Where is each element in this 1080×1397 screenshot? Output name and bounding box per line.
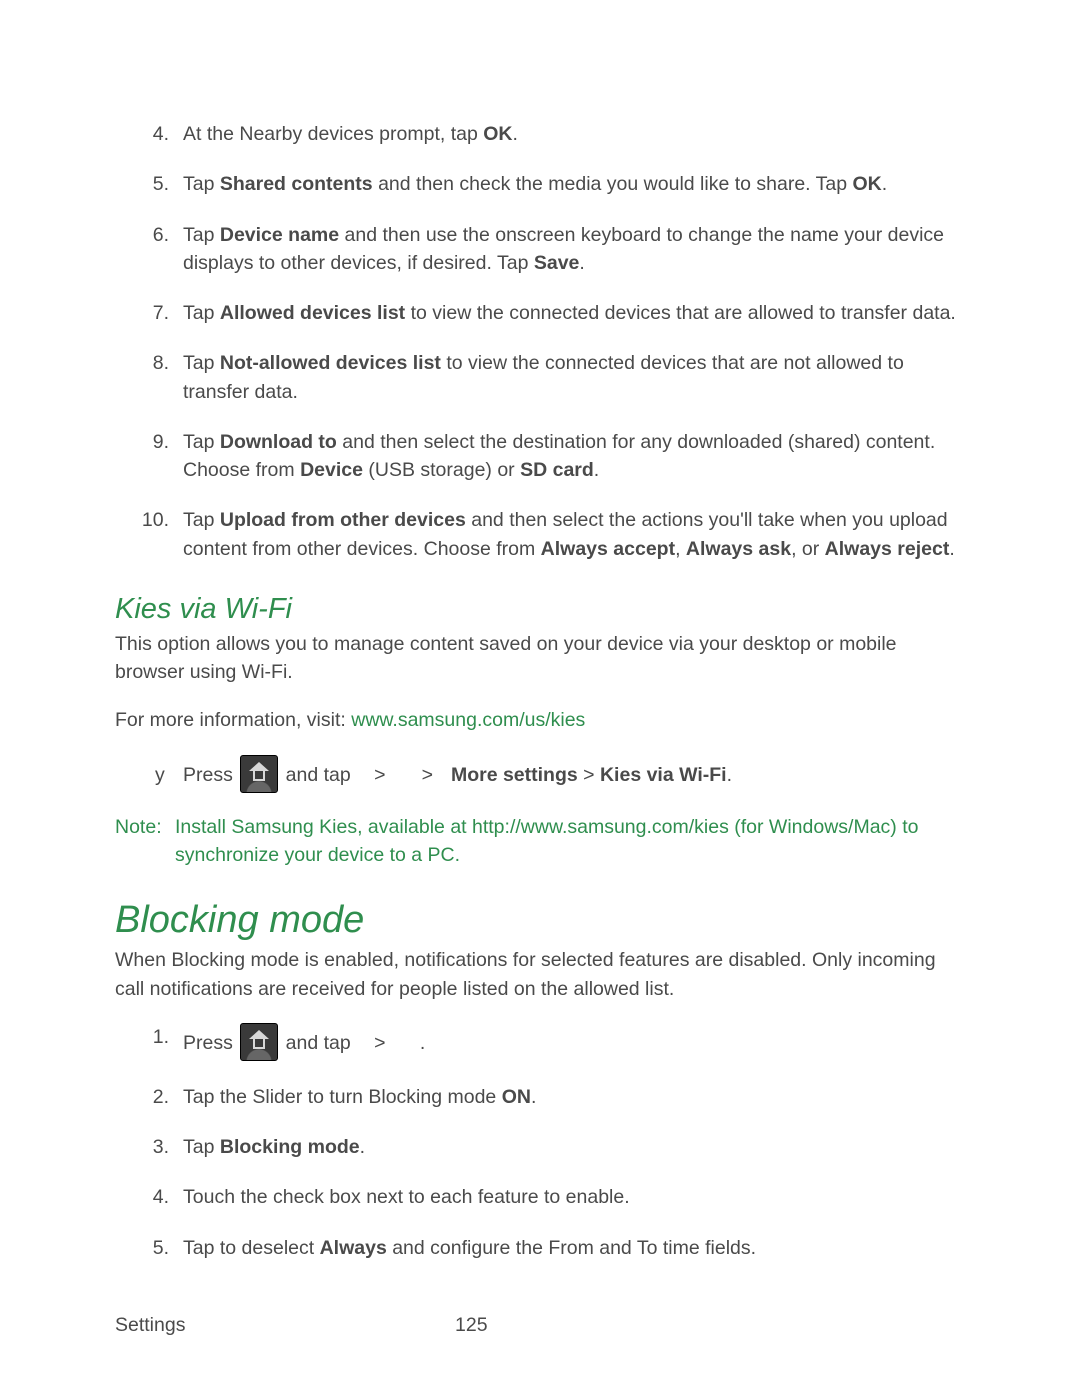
home-icon: [240, 755, 278, 793]
blocking-step-2: 2. Tap the Slider to turn Blocking mode …: [115, 1083, 965, 1111]
heading-blocking-mode: Blocking mode: [115, 899, 965, 942]
kies-intro: This option allows you to manage content…: [115, 630, 965, 687]
kies-press-step: y Press and tap >>More settings > Kies v…: [155, 755, 965, 793]
step-5: 5. Tap Shared contents and then check th…: [115, 170, 965, 198]
kies-note: Note: Install Samsung Kies, available at…: [115, 813, 965, 870]
step-4: 4. At the Nearby devices prompt, tap OK.: [115, 120, 965, 148]
document-page: 4. At the Nearby devices prompt, tap OK.…: [0, 0, 1080, 1397]
heading-kies: Kies via Wi-Fi: [115, 593, 965, 626]
blocking-step-1: 1. Press and tap > .: [115, 1023, 965, 1061]
footer-page-number: 125: [455, 1314, 488, 1337]
home-icon: [240, 1023, 278, 1061]
step-6: 6. Tap Device name and then use the onsc…: [115, 221, 965, 278]
steps-list-nearby: 4. At the Nearby devices prompt, tap OK.…: [115, 120, 965, 563]
steps-list-blocking: 1. Press and tap > . 2. Tap the Slider t…: [115, 1023, 965, 1262]
kies-info: For more information, visit: www.samsung…: [115, 706, 965, 734]
page-footer: Settings 125: [115, 1314, 965, 1337]
step-9: 9. Tap Download to and then select the d…: [115, 428, 965, 485]
blocking-step-5: 5. Tap to deselect Always and configure …: [115, 1234, 965, 1262]
blocking-step-3: 3. Tap Blocking mode.: [115, 1133, 965, 1161]
footer-section: Settings: [115, 1314, 455, 1337]
kies-link[interactable]: www.samsung.com/us/kies: [351, 709, 585, 731]
step-8: 8. Tap Not-allowed devices list to view …: [115, 349, 965, 406]
step-7: 7. Tap Allowed devices list to view the …: [115, 299, 965, 327]
blocking-step-4: 4. Touch the check box next to each feat…: [115, 1183, 965, 1211]
step-10: 10. Tap Upload from other devices and th…: [115, 506, 965, 563]
blocking-intro: When Blocking mode is enabled, notificat…: [115, 946, 965, 1003]
